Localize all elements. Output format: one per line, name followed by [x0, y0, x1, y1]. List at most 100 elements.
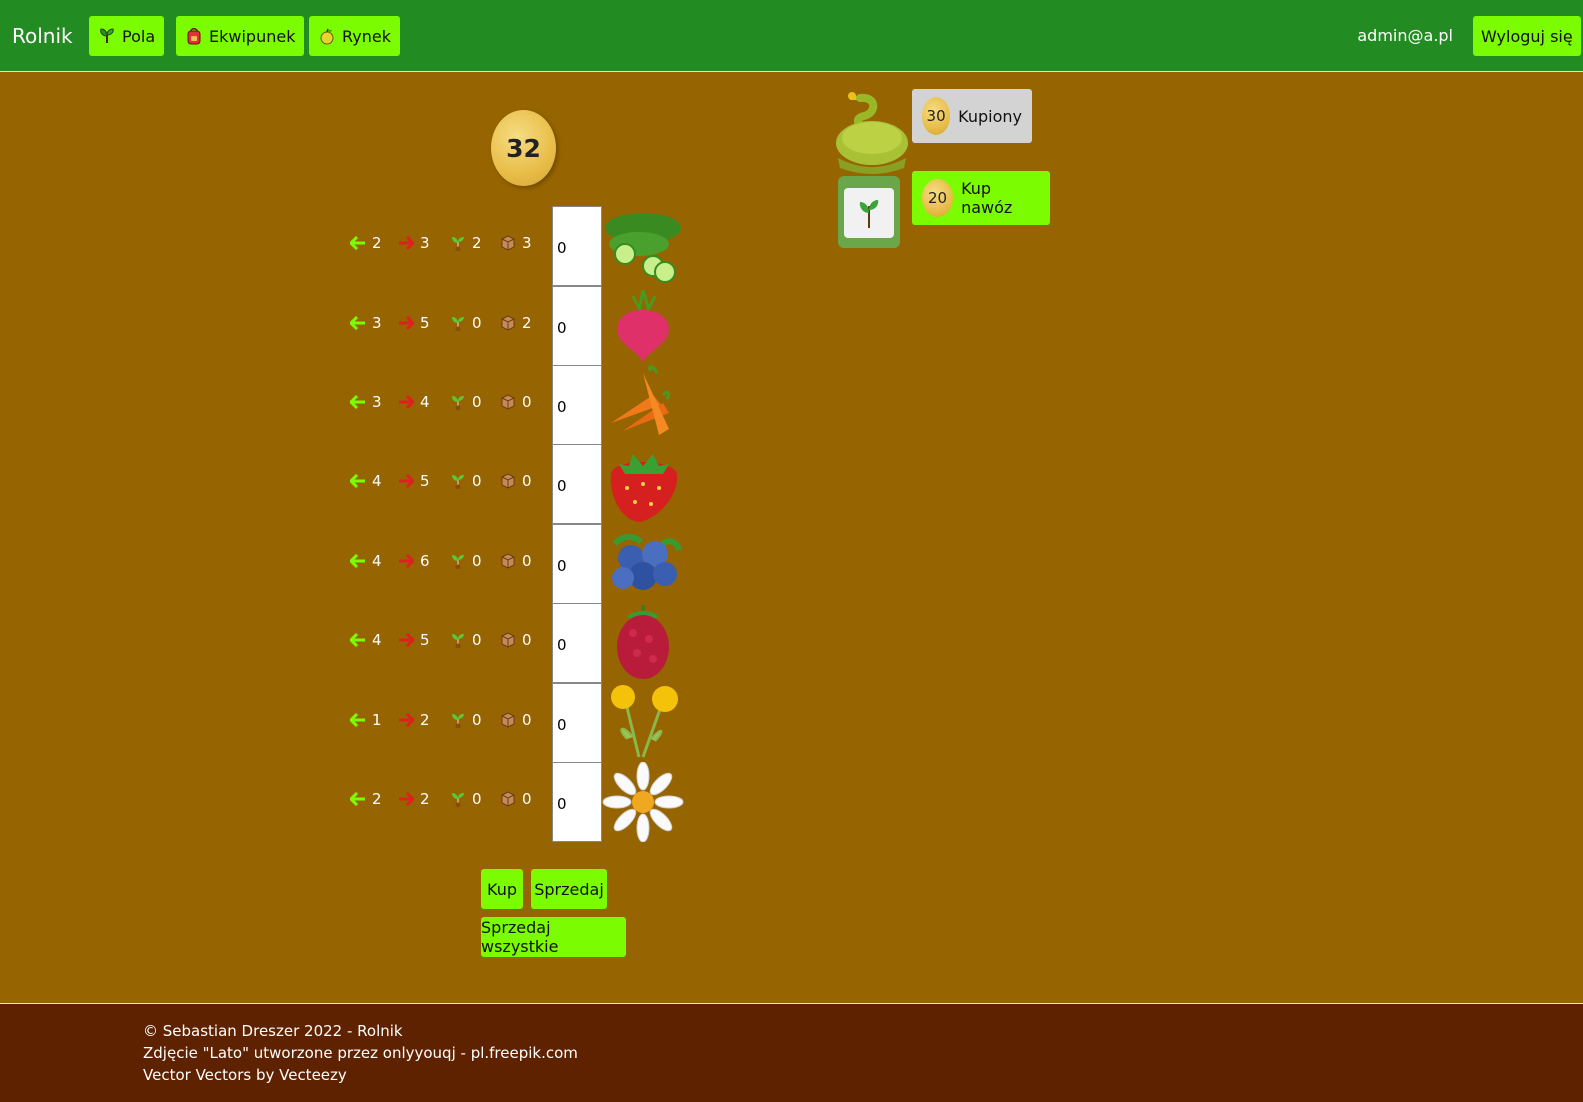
arrow-right-icon — [399, 316, 414, 330]
sprout-icon — [452, 714, 464, 728]
seed-count-value: 0 — [472, 472, 482, 490]
arrow-right-icon — [399, 395, 414, 409]
seed-count: 0 — [450, 552, 482, 570]
sprout-icon — [452, 475, 464, 489]
buy-price: 3 — [398, 234, 430, 252]
sprout-icon — [452, 555, 464, 569]
seed-count: 0 — [450, 393, 482, 411]
quantity-input[interactable]: 0 — [552, 365, 602, 445]
balance-value: 32 — [506, 133, 541, 163]
footer: © Sebastian Dreszer 2022 - Rolnik Zdjęci… — [0, 1003, 1583, 1102]
box-count: 0 — [500, 711, 532, 729]
arrow-right-icon — [399, 554, 414, 568]
seed-count: 0 — [450, 790, 482, 808]
nav-rynek-button[interactable]: Rynek — [309, 16, 400, 56]
seed-count-value: 0 — [472, 790, 482, 808]
buy-fertilizer-button[interactable]: 20 Kup nawóz — [912, 171, 1050, 225]
box-count: 3 — [500, 234, 532, 252]
fertilizer-price-0: 30 — [926, 107, 946, 125]
sell-price-value: 2 — [372, 234, 382, 252]
buy-button[interactable]: Kup — [481, 869, 523, 909]
box-count-value: 0 — [522, 393, 532, 411]
seed-count-value: 0 — [472, 393, 482, 411]
sprout-icon — [452, 237, 464, 251]
arrow-right-icon — [399, 792, 414, 806]
seed-count: 0 — [450, 631, 482, 649]
buy-price-value: 5 — [420, 472, 430, 490]
buy-price-value: 2 — [420, 790, 430, 808]
sell-price-value: 3 — [372, 314, 382, 332]
sell-price: 4 — [350, 631, 382, 649]
arrow-left-icon — [350, 792, 365, 806]
buy-price-value: 3 — [420, 234, 430, 252]
box-count: 0 — [500, 790, 532, 808]
buy-price: 6 — [398, 552, 430, 570]
buy-price-value: 5 — [420, 314, 430, 332]
quantity-input[interactable]: 0 — [552, 286, 602, 366]
box-count-value: 0 — [522, 631, 532, 649]
crop-row-beet: 3 5 0 2 0 — [350, 286, 690, 366]
box-count: 0 — [500, 472, 532, 490]
fertilizer-bought-card: 30 Kupiony — [912, 89, 1032, 143]
sell-price: 2 — [350, 234, 382, 252]
box-count: 2 — [500, 314, 532, 332]
seed-count: 2 — [450, 234, 482, 252]
buy-price-value: 6 — [420, 552, 430, 570]
cucumber-image — [605, 213, 681, 283]
sell-price: 3 — [350, 314, 382, 332]
footer-credit-vector[interactable]: Vector Vectors by Vecteezy — [143, 1066, 347, 1084]
quantity-input[interactable]: 0 — [552, 206, 602, 286]
sell-price: 4 — [350, 552, 382, 570]
arrow-left-icon — [350, 633, 365, 647]
sell-button[interactable]: Sprzedaj — [531, 869, 607, 909]
quantity-input[interactable]: 0 — [552, 444, 602, 524]
crop-row-blueberry: 4 6 0 0 0 — [350, 524, 690, 604]
fertilizer-price-coin: 20 — [922, 179, 954, 217]
sell-price: 2 — [350, 790, 382, 808]
crop-row-daisy: 2 2 0 0 0 — [350, 762, 690, 842]
quantity-input[interactable]: 0 — [552, 683, 602, 763]
sell-price-value: 4 — [372, 631, 382, 649]
sell-price: 3 — [350, 393, 382, 411]
arrow-left-icon — [350, 395, 365, 409]
nav-pola-label: Pola — [122, 26, 156, 46]
sprout-icon — [452, 634, 464, 648]
sell-price: 4 — [350, 472, 382, 490]
seed-count-value: 0 — [472, 314, 482, 332]
nav-ekwipunek-button[interactable]: Ekwipunek — [176, 16, 305, 56]
arrow-left-icon — [350, 554, 365, 568]
footer-copyright: © Sebastian Dreszer 2022 - Rolnik — [143, 1022, 403, 1040]
quantity-input[interactable]: 0 — [552, 524, 602, 604]
seed-count: 0 — [450, 314, 482, 332]
nav-rynek-label: Rynek — [342, 26, 391, 46]
seed-count-value: 0 — [472, 631, 482, 649]
quantity-input[interactable]: 0 — [552, 762, 602, 842]
seed-count-value: 0 — [472, 711, 482, 729]
fertilizer-price-1: 20 — [928, 189, 948, 207]
quantity-input[interactable]: 0 — [552, 603, 602, 683]
box-icon — [501, 315, 515, 331]
seed-count-value: 2 — [472, 234, 482, 252]
arrow-right-icon — [399, 713, 414, 727]
fertilizer-image — [836, 92, 908, 248]
crop-row-cucumber: 2 3 2 3 0 — [350, 206, 690, 286]
crop-row-raspberry: 4 5 0 0 0 — [350, 603, 690, 683]
box-count: 0 — [500, 552, 532, 570]
box-icon — [501, 473, 515, 489]
seed-count: 0 — [450, 472, 482, 490]
footer-credit-photo[interactable]: Zdjęcie "Lato" utworzone przez onlyyouqj… — [143, 1044, 578, 1062]
arrow-left-icon — [350, 316, 365, 330]
user-email: admin@a.pl — [1357, 26, 1453, 45]
buy-price: 5 — [398, 314, 430, 332]
dandelion-image — [611, 685, 678, 758]
logout-button[interactable]: Wyloguj się — [1473, 16, 1581, 56]
box-count-value: 3 — [522, 234, 532, 252]
buy-price-value: 2 — [420, 711, 430, 729]
sell-all-button[interactable]: Sprzedaj wszystkie — [481, 917, 626, 957]
nav-ekwipunek-label: Ekwipunek — [209, 26, 296, 46]
brand-link[interactable]: Rolnik — [12, 24, 73, 48]
sell-price: 1 — [350, 711, 382, 729]
nav-pola-button[interactable]: Pola — [89, 16, 165, 56]
crop-row-dandelion: 1 2 0 0 0 — [350, 683, 690, 763]
sell-price-value: 4 — [372, 552, 382, 570]
